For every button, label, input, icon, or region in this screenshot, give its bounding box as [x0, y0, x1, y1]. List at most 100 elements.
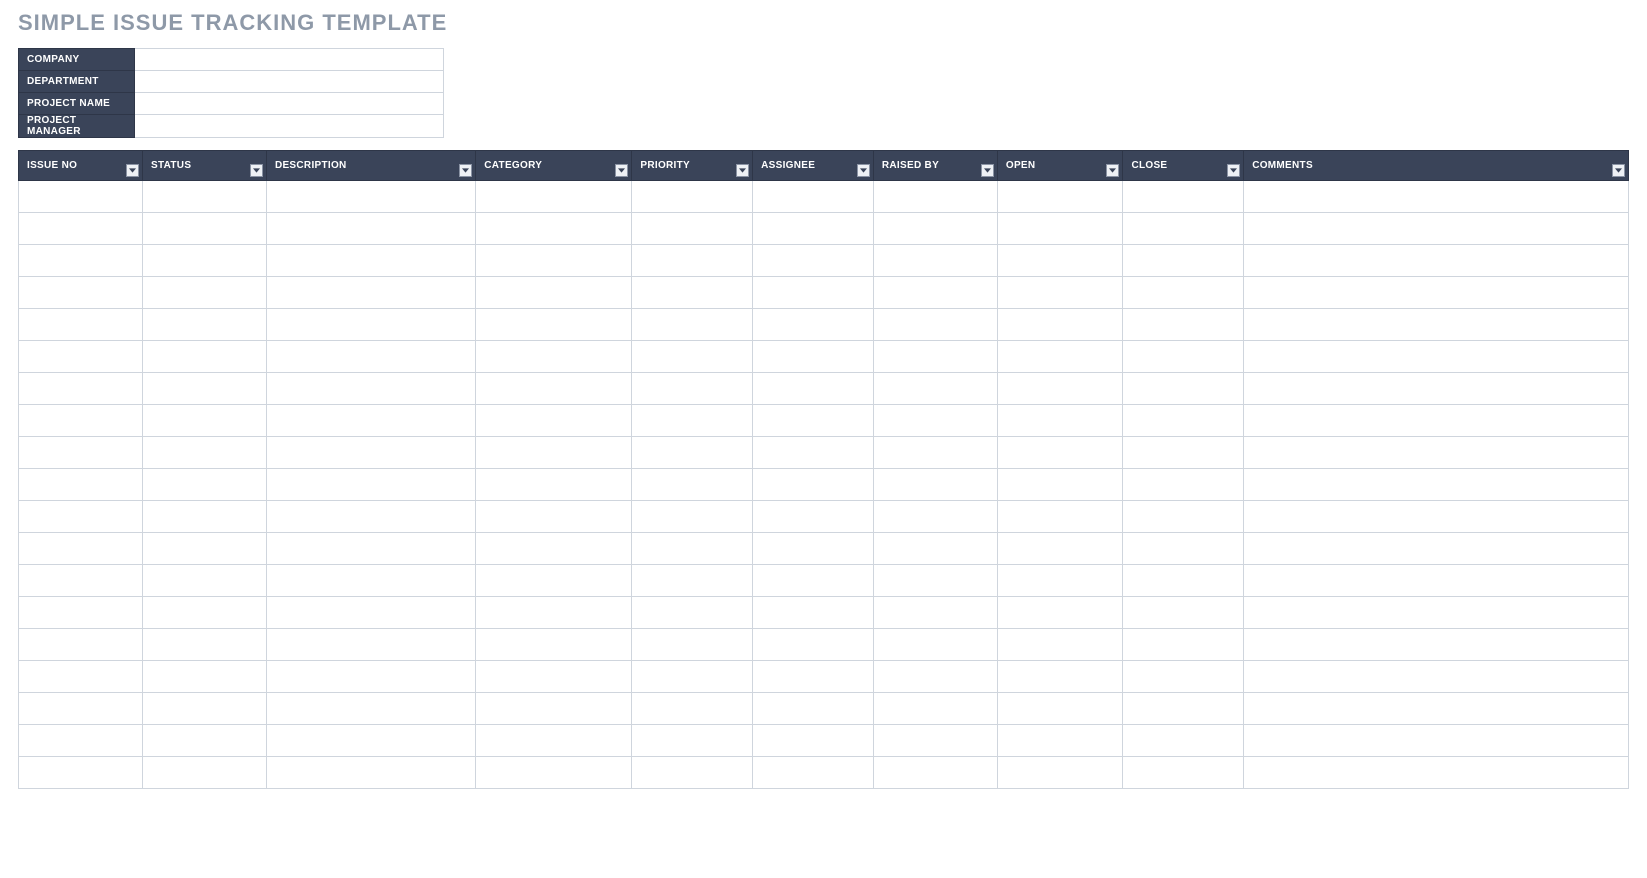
- cell-input-issue_no[interactable]: [25, 757, 136, 788]
- info-value-input[interactable]: [143, 49, 435, 70]
- cell-input-status[interactable]: [149, 757, 260, 788]
- cell-input-assignee[interactable]: [759, 245, 867, 276]
- cell-input-issue_no[interactable]: [25, 469, 136, 500]
- filter-dropdown-icon[interactable]: [459, 164, 472, 177]
- cell-input-open[interactable]: [1004, 373, 1117, 404]
- cell-input-raised_by[interactable]: [880, 661, 991, 692]
- cell-input-assignee[interactable]: [759, 565, 867, 596]
- cell-input-status[interactable]: [149, 661, 260, 692]
- info-value-input[interactable]: [143, 71, 435, 92]
- cell-input-description[interactable]: [273, 405, 469, 436]
- cell-input-category[interactable]: [482, 565, 625, 596]
- cell-input-close[interactable]: [1129, 533, 1237, 564]
- cell-input-raised_by[interactable]: [880, 725, 991, 756]
- cell-input-issue_no[interactable]: [25, 661, 136, 692]
- cell-input-open[interactable]: [1004, 757, 1117, 788]
- cell-input-comments[interactable]: [1250, 181, 1622, 212]
- cell-input-priority[interactable]: [638, 245, 746, 276]
- cell-input-category[interactable]: [482, 501, 625, 532]
- cell-input-priority[interactable]: [638, 405, 746, 436]
- filter-dropdown-icon[interactable]: [1612, 164, 1625, 177]
- cell-input-raised_by[interactable]: [880, 213, 991, 244]
- cell-input-issue_no[interactable]: [25, 309, 136, 340]
- cell-input-open[interactable]: [1004, 341, 1117, 372]
- cell-input-raised_by[interactable]: [880, 469, 991, 500]
- cell-input-open[interactable]: [1004, 629, 1117, 660]
- cell-input-comments[interactable]: [1250, 277, 1622, 308]
- cell-input-raised_by[interactable]: [880, 405, 991, 436]
- cell-input-priority[interactable]: [638, 437, 746, 468]
- cell-input-raised_by[interactable]: [880, 437, 991, 468]
- cell-input-category[interactable]: [482, 213, 625, 244]
- cell-input-open[interactable]: [1004, 469, 1117, 500]
- cell-input-status[interactable]: [149, 565, 260, 596]
- cell-input-description[interactable]: [273, 533, 469, 564]
- cell-input-assignee[interactable]: [759, 757, 867, 788]
- cell-input-category[interactable]: [482, 437, 625, 468]
- cell-input-status[interactable]: [149, 437, 260, 468]
- cell-input-raised_by[interactable]: [880, 373, 991, 404]
- cell-input-open[interactable]: [1004, 725, 1117, 756]
- cell-input-close[interactable]: [1129, 693, 1237, 724]
- cell-input-open[interactable]: [1004, 309, 1117, 340]
- cell-input-open[interactable]: [1004, 277, 1117, 308]
- cell-input-comments[interactable]: [1250, 661, 1622, 692]
- cell-input-priority[interactable]: [638, 501, 746, 532]
- cell-input-open[interactable]: [1004, 245, 1117, 276]
- cell-input-priority[interactable]: [638, 565, 746, 596]
- cell-input-comments[interactable]: [1250, 405, 1622, 436]
- cell-input-category[interactable]: [482, 373, 625, 404]
- cell-input-close[interactable]: [1129, 181, 1237, 212]
- cell-input-description[interactable]: [273, 661, 469, 692]
- cell-input-priority[interactable]: [638, 213, 746, 244]
- cell-input-description[interactable]: [273, 565, 469, 596]
- cell-input-status[interactable]: [149, 469, 260, 500]
- cell-input-status[interactable]: [149, 245, 260, 276]
- cell-input-issue_no[interactable]: [25, 533, 136, 564]
- cell-input-open[interactable]: [1004, 693, 1117, 724]
- cell-input-status[interactable]: [149, 629, 260, 660]
- cell-input-status[interactable]: [149, 597, 260, 628]
- cell-input-assignee[interactable]: [759, 309, 867, 340]
- cell-input-description[interactable]: [273, 213, 469, 244]
- cell-input-close[interactable]: [1129, 501, 1237, 532]
- cell-input-priority[interactable]: [638, 533, 746, 564]
- cell-input-issue_no[interactable]: [25, 693, 136, 724]
- cell-input-comments[interactable]: [1250, 213, 1622, 244]
- cell-input-description[interactable]: [273, 277, 469, 308]
- cell-input-description[interactable]: [273, 469, 469, 500]
- cell-input-open[interactable]: [1004, 565, 1117, 596]
- filter-dropdown-icon[interactable]: [736, 164, 749, 177]
- cell-input-close[interactable]: [1129, 661, 1237, 692]
- cell-input-open[interactable]: [1004, 437, 1117, 468]
- cell-input-assignee[interactable]: [759, 213, 867, 244]
- cell-input-description[interactable]: [273, 501, 469, 532]
- cell-input-close[interactable]: [1129, 277, 1237, 308]
- cell-input-issue_no[interactable]: [25, 629, 136, 660]
- cell-input-priority[interactable]: [638, 277, 746, 308]
- cell-input-priority[interactable]: [638, 725, 746, 756]
- filter-dropdown-icon[interactable]: [250, 164, 263, 177]
- cell-input-comments[interactable]: [1250, 469, 1622, 500]
- cell-input-comments[interactable]: [1250, 725, 1622, 756]
- cell-input-priority[interactable]: [638, 309, 746, 340]
- cell-input-comments[interactable]: [1250, 565, 1622, 596]
- cell-input-description[interactable]: [273, 181, 469, 212]
- cell-input-raised_by[interactable]: [880, 341, 991, 372]
- cell-input-status[interactable]: [149, 181, 260, 212]
- cell-input-comments[interactable]: [1250, 341, 1622, 372]
- cell-input-close[interactable]: [1129, 597, 1237, 628]
- cell-input-close[interactable]: [1129, 629, 1237, 660]
- cell-input-priority[interactable]: [638, 341, 746, 372]
- cell-input-issue_no[interactable]: [25, 181, 136, 212]
- cell-input-open[interactable]: [1004, 661, 1117, 692]
- cell-input-close[interactable]: [1129, 469, 1237, 500]
- cell-input-description[interactable]: [273, 437, 469, 468]
- cell-input-open[interactable]: [1004, 181, 1117, 212]
- cell-input-description[interactable]: [273, 245, 469, 276]
- cell-input-close[interactable]: [1129, 405, 1237, 436]
- cell-input-raised_by[interactable]: [880, 501, 991, 532]
- cell-input-raised_by[interactable]: [880, 693, 991, 724]
- cell-input-status[interactable]: [149, 213, 260, 244]
- cell-input-category[interactable]: [482, 693, 625, 724]
